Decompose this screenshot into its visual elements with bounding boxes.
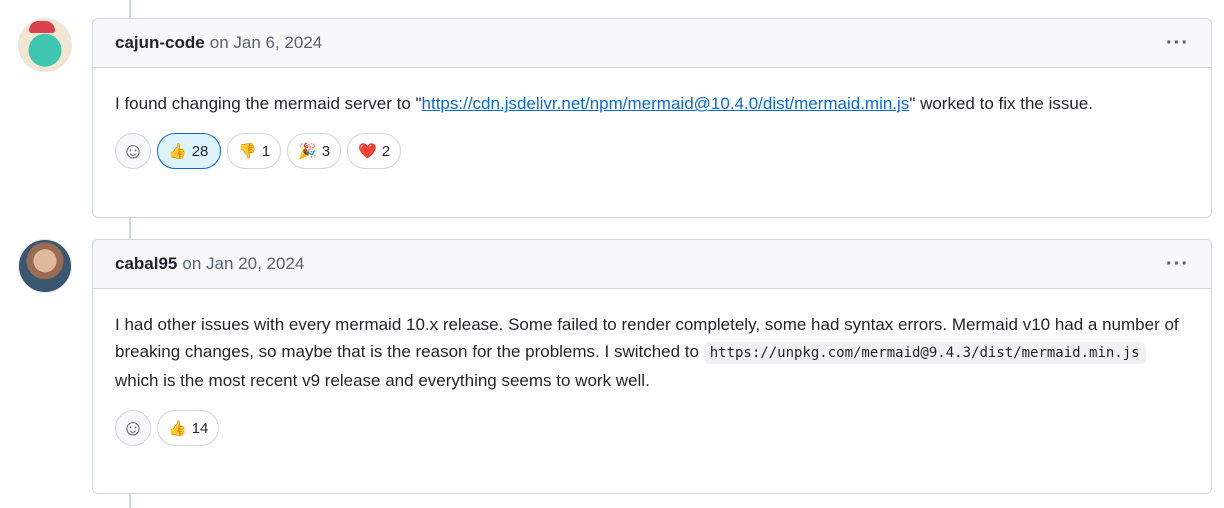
comment-header: cajun-code on Jan 6, 2024 ···	[93, 19, 1211, 68]
comment-text: I found changing the mermaid server to "	[115, 94, 422, 113]
inline-code-url: https://unpkg.com/mermaid@9.4.3/dist/mer…	[703, 342, 1146, 364]
comment-date[interactable]: on Jan 20, 2024	[182, 254, 304, 274]
thumbs-up-icon: 👍	[168, 420, 187, 437]
mermaid-link[interactable]: https://cdn.jsdelivr.net/npm/mermaid@10.…	[422, 94, 910, 113]
thumbs-down-icon: 👎	[238, 143, 257, 160]
comment-text: " worked to fix the issue.	[909, 94, 1093, 113]
reactions-bar: ☺ 👍 14	[93, 394, 1211, 466]
reaction-count: 28	[191, 142, 209, 160]
comment-body: I had other issues with every mermaid 10…	[93, 289, 1211, 394]
heart-icon: ❤️	[358, 143, 377, 160]
comment-author[interactable]: cajun-code	[115, 33, 205, 53]
comment-card: cabal95 on Jan 20, 2024 ··· I had other …	[92, 239, 1212, 494]
comment-card: cajun-code on Jan 6, 2024 ··· I found ch…	[92, 18, 1212, 218]
reaction-hooray[interactable]: 🎉 3	[287, 133, 342, 169]
comment-author[interactable]: cabal95	[115, 254, 177, 274]
reaction-thumbs-up[interactable]: 👍 28	[157, 133, 221, 169]
reaction-count: 3	[321, 142, 331, 160]
thumbs-up-icon: 👍	[168, 143, 187, 160]
add-reaction-button[interactable]: ☺	[115, 410, 151, 446]
reaction-heart[interactable]: ❤️ 2	[347, 133, 402, 169]
comment-body: I found changing the mermaid server to "…	[93, 68, 1211, 117]
avatar-cajun-code[interactable]	[18, 18, 72, 72]
smiley-icon: ☺	[121, 415, 145, 440]
party-popper-icon: 🎉	[298, 143, 317, 160]
kebab-menu-icon[interactable]: ···	[1166, 32, 1189, 55]
comment-header: cabal95 on Jan 20, 2024 ···	[93, 240, 1211, 289]
add-reaction-button[interactable]: ☺	[115, 133, 151, 169]
comment-date[interactable]: on Jan 6, 2024	[210, 33, 322, 53]
reaction-thumbs-down[interactable]: 👎 1	[227, 133, 282, 169]
reaction-count: 14	[191, 419, 209, 437]
reaction-count: 2	[381, 142, 391, 160]
reaction-count: 1	[261, 142, 271, 160]
smiley-icon: ☺	[121, 138, 145, 163]
reaction-thumbs-up[interactable]: 👍 14	[157, 410, 220, 446]
kebab-menu-icon[interactable]: ···	[1166, 253, 1189, 276]
reactions-bar: ☺ 👍 28 👎 1 🎉 3 ❤️ 2	[93, 117, 1211, 189]
comment-text: which is the most recent v9 release and …	[115, 371, 650, 390]
avatar-cabal95[interactable]	[18, 239, 72, 293]
